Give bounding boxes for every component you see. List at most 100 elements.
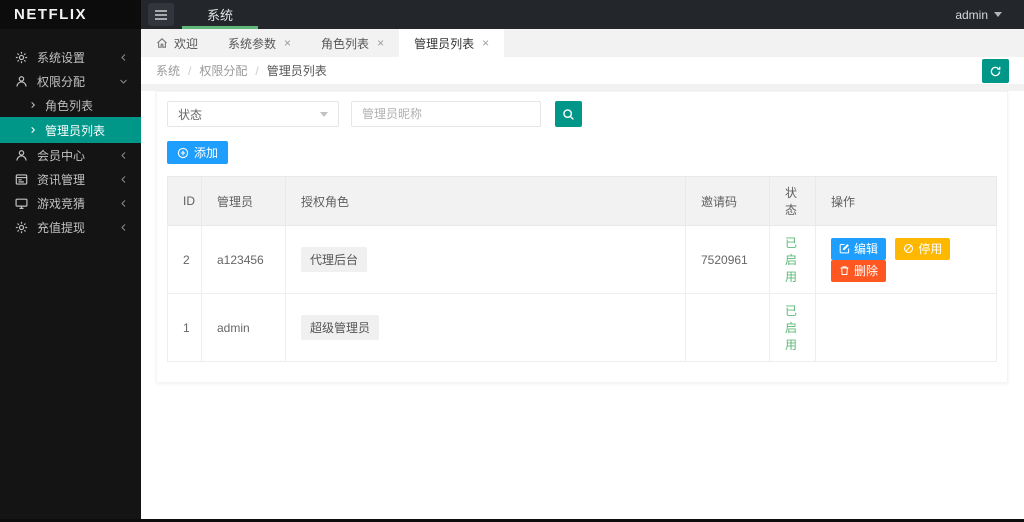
main-area: 欢迎 系统参数 × 角色列表 × 管理员列表 × 系统 / 权限分配 / 管理员… (141, 29, 1024, 522)
breadcrumb-separator: / (188, 63, 192, 78)
sidebar-item-system-settings[interactable]: 系统设置 (0, 45, 141, 69)
tab-bar: 欢迎 系统参数 × 角色列表 × 管理员列表 × (141, 29, 1024, 57)
sidebar-item-member-center[interactable]: 会员中心 (0, 143, 141, 167)
breadcrumb-item: 权限分配 (199, 64, 248, 78)
breadcrumb-separator: / (255, 63, 259, 78)
column-header-role: 授权角色 (285, 176, 686, 226)
sidebar-subitem-admin-list[interactable]: 管理员列表 (0, 117, 141, 143)
topnav-item-system[interactable]: 系统 (182, 0, 259, 29)
sidebar-item-label: 资讯管理 (37, 172, 86, 187)
sidebar-item-recharge-withdraw[interactable]: 充值提现 (0, 215, 141, 239)
topnav-label: 系统 (207, 8, 234, 23)
tab-label: 系统参数 (228, 36, 277, 51)
search-button[interactable] (555, 101, 582, 127)
sidebar-subitem-label: 角色列表 (45, 98, 94, 113)
status-badge: 已启用 (785, 236, 798, 284)
user-icon (15, 75, 28, 88)
tab-welcome[interactable]: 欢迎 (141, 29, 213, 57)
home-icon (156, 37, 168, 49)
plus-circle-icon (177, 147, 189, 159)
table-row: 1 admin 超级管理员 已启用 (167, 293, 997, 362)
edit-icon (839, 243, 850, 254)
refresh-icon (989, 65, 1002, 78)
cell-invite-code: 7520961 (685, 225, 770, 294)
cell-actions (815, 293, 997, 362)
nickname-input[interactable] (351, 101, 541, 127)
status-badge: 已启用 (785, 304, 798, 352)
chevron-left-icon (119, 175, 128, 184)
admin-table: ID 管理员 授权角色 邀请码 状态 操作 2 a123456 代理后台 752… (167, 176, 997, 362)
user-name: admin (955, 7, 988, 22)
user-menu[interactable]: admin (955, 0, 1024, 29)
tab-role-list[interactable]: 角色列表 × (306, 29, 399, 57)
cell-role: 代理后台 (285, 225, 686, 294)
recharge-icon (15, 221, 28, 234)
chevron-left-icon (119, 151, 128, 160)
column-header-id: ID (167, 176, 202, 226)
ban-icon (903, 243, 914, 254)
column-header-status: 状态 (769, 176, 816, 226)
sidebar-item-label: 游戏竞猜 (37, 196, 86, 211)
sidebar-item-permission[interactable]: 权限分配 (0, 69, 141, 93)
role-tag: 超级管理员 (301, 315, 380, 340)
tab-system-params[interactable]: 系统参数 × (213, 29, 306, 57)
add-button-label: 添加 (194, 146, 219, 160)
search-icon (562, 108, 575, 121)
content: 状态 添加 (141, 91, 1024, 522)
sidebar-subitem-role-list[interactable]: 角色列表 (0, 93, 141, 117)
cell-admin: admin (201, 293, 286, 362)
news-icon (15, 173, 28, 186)
hamburger-icon (154, 9, 168, 21)
chevron-left-icon (119, 53, 128, 62)
breadcrumb: 系统 / 权限分配 / 管理员列表 (141, 57, 1024, 85)
cell-role: 超级管理员 (285, 293, 686, 362)
column-header-invite-code: 邀请码 (685, 176, 770, 226)
edit-button-label: 编辑 (854, 242, 879, 256)
delete-button[interactable]: 删除 (831, 259, 887, 282)
chevron-down-icon (994, 12, 1002, 17)
cell-id: 1 (167, 293, 202, 362)
tab-label: 角色列表 (321, 36, 370, 51)
tab-admin-list[interactable]: 管理员列表 × (399, 29, 505, 57)
cell-admin: a123456 (201, 225, 286, 294)
column-header-admin: 管理员 (201, 176, 286, 226)
cell-actions: 编辑 停用 删除 (815, 225, 997, 294)
breadcrumb-current: 管理员列表 (266, 64, 327, 78)
tab-close-icon[interactable]: × (482, 36, 489, 50)
refresh-button[interactable] (982, 59, 1009, 83)
filter-row: 状态 (167, 101, 997, 127)
tab-close-icon[interactable]: × (284, 36, 291, 50)
sidebar-item-label: 充值提现 (37, 220, 86, 235)
sidebar-item-label: 权限分配 (37, 74, 86, 89)
sidebar-item-game-guess[interactable]: 游戏竞猜 (0, 191, 141, 215)
brand-logo: NETFLIX (0, 0, 141, 29)
disable-button-label: 停用 (918, 242, 943, 256)
tab-close-icon[interactable]: × (377, 36, 384, 50)
disable-button[interactable]: 停用 (895, 237, 951, 260)
member-icon (15, 149, 28, 162)
sidebar-item-news-manage[interactable]: 资讯管理 (0, 167, 141, 191)
status-select[interactable]: 状态 (167, 101, 339, 127)
column-header-actions: 操作 (815, 176, 997, 226)
edit-button[interactable]: 编辑 (831, 237, 887, 260)
gear-icon (15, 51, 28, 64)
sidebar-subitem-label: 管理员列表 (45, 123, 106, 138)
chevron-left-icon (119, 199, 128, 208)
monitor-icon (15, 197, 28, 210)
cell-status: 已启用 (769, 225, 816, 294)
admin-list-card: 状态 添加 (156, 91, 1008, 383)
delete-button-label: 删除 (854, 264, 879, 278)
arrow-right-icon (29, 101, 37, 109)
sidebar-item-label: 系统设置 (37, 50, 86, 65)
sidebar-toggle-button[interactable] (148, 3, 174, 26)
sidebar: 系统设置 权限分配 角色列表 管理员列表 会员中心 资讯管理 游戏竞猜 充值提现 (0, 29, 141, 522)
top-bar: NETFLIX 系统 admin (0, 0, 1024, 29)
chevron-left-icon (119, 223, 128, 232)
add-button[interactable]: 添加 (167, 141, 229, 164)
tab-label: 欢迎 (174, 36, 199, 51)
breadcrumb-item: 系统 (156, 64, 181, 78)
trash-icon (839, 265, 850, 276)
chevron-down-icon (119, 77, 128, 86)
table-header-row: ID 管理员 授权角色 邀请码 状态 操作 (167, 176, 997, 226)
tab-label: 管理员列表 (414, 36, 475, 51)
